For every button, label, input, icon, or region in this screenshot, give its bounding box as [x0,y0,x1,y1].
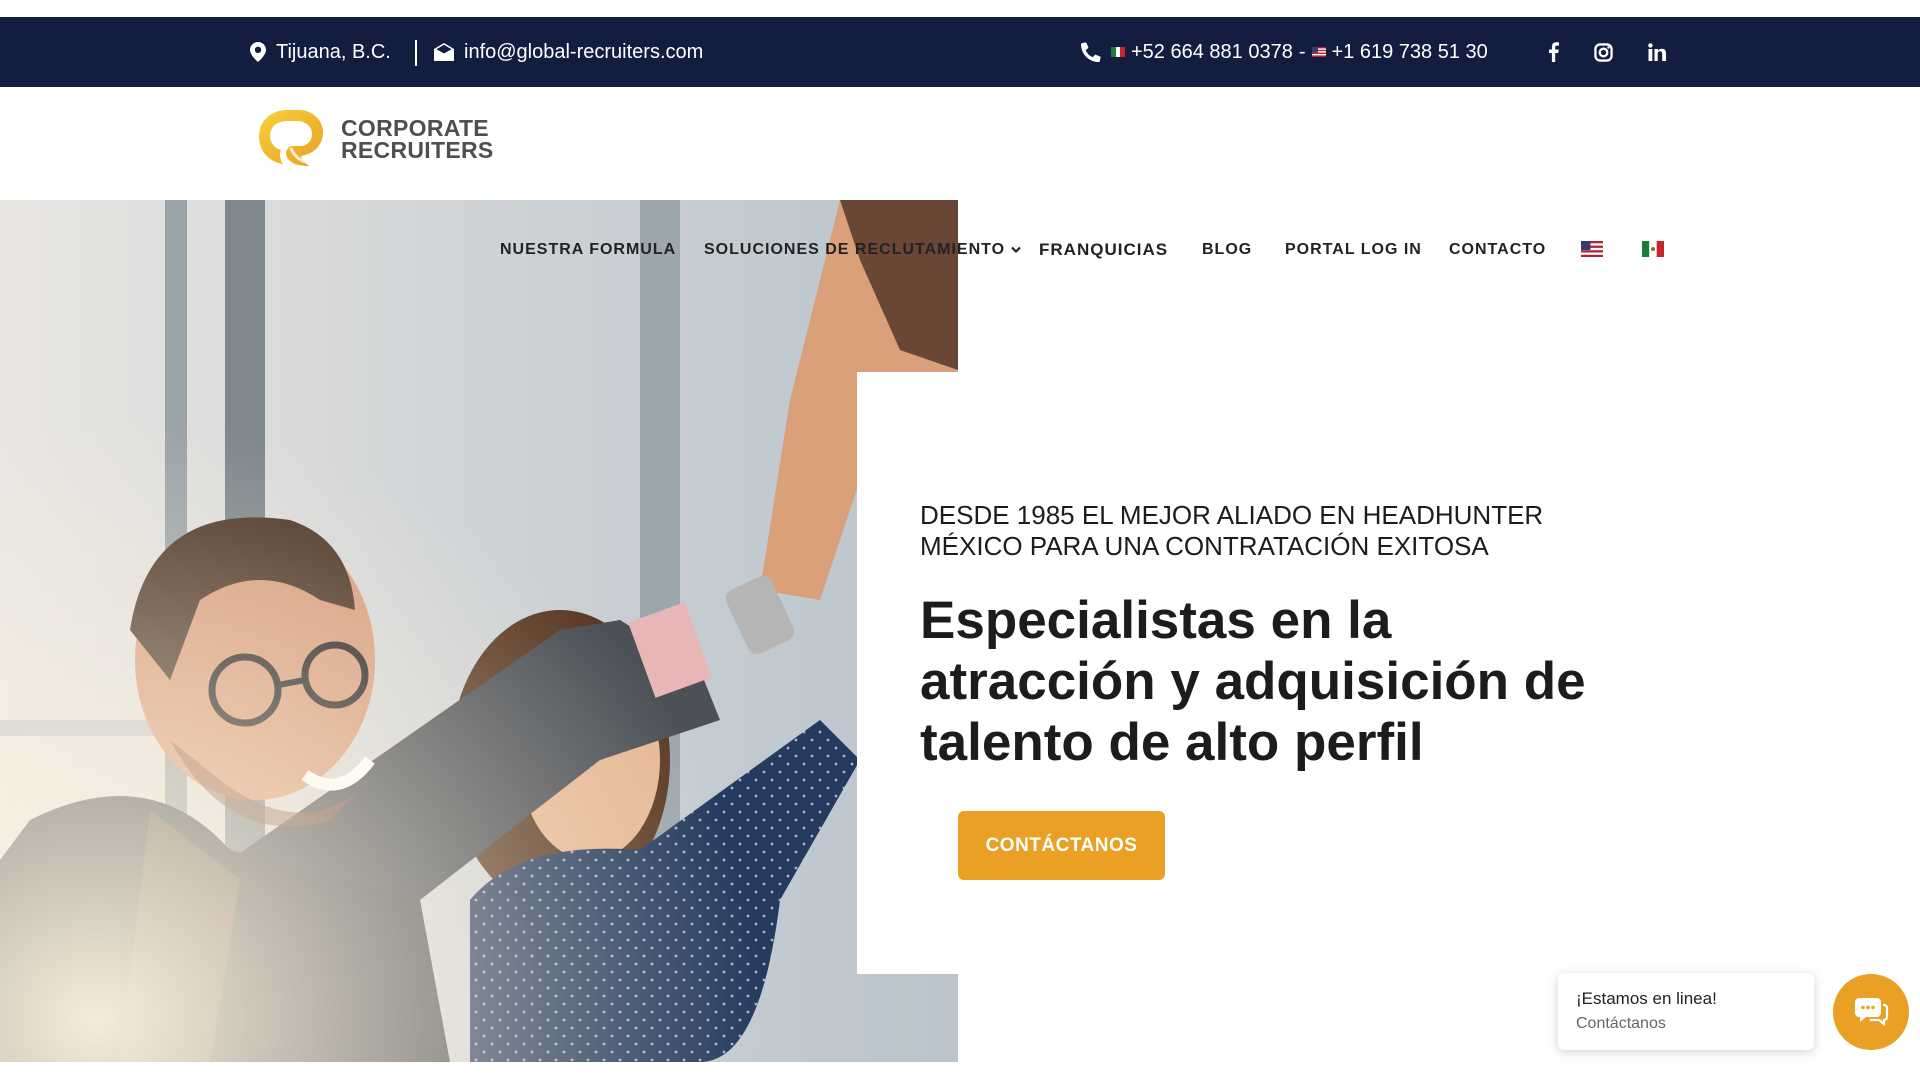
nav-item-label: FRANQUICIAS [1039,240,1169,259]
linkedin-link[interactable] [1642,17,1672,87]
nav-bar: NUESTRA FORMULA SOLUCIONES DE RECLUTAMIE… [0,230,1920,270]
topbar-divider [415,40,417,66]
map-pin-icon [250,42,266,62]
nav-item-label: SOLUCIONES DE RECLUTAMIENTO [704,241,1006,258]
us-flag-icon[interactable] [1581,241,1603,257]
instagram-link[interactable] [1588,17,1618,87]
phone-icon [1081,42,1101,62]
email-link[interactable]: info@global-recruiters.com [434,17,703,87]
phone-mx-text: +52 664 881 0378 [1131,40,1293,63]
nav-item-contacto[interactable]: CONTACTO [1449,230,1546,270]
chat-greeting-bubble[interactable]: ¡Estamos en linea! Contáctanos [1558,973,1814,1050]
nav-item-label: CONTACTO [1449,241,1547,258]
mx-flag-icon[interactable] [1642,241,1664,257]
site-logo[interactable]: CORPORATE RECRUITERS [257,108,494,170]
logo-line-2: RECRUITERS [341,137,494,163]
instagram-icon [1593,42,1613,62]
contact-cta-button[interactable]: CONTÁCTANOS [958,811,1165,880]
nav-item-label: NUESTRA FORMULA [500,241,677,258]
location-text: Tijuana, B.C. [276,40,391,63]
hero-eyebrow: DESDE 1985 EL MEJOR ALIADO EN HEADHUNTER… [920,500,1544,561]
hero-photo [0,200,958,1062]
chat-launcher-button[interactable] [1833,974,1909,1050]
chat-icon [1855,998,1889,1027]
hero-photo-illustration [0,200,958,1062]
logo-mark-icon [259,110,323,166]
window-top-strip [0,0,1920,17]
location-info: Tijuana, B.C. [250,17,391,87]
phone-us-text: +1 619 738 51 30 [1331,40,1488,63]
nav-item-label: BLOG [1202,241,1253,258]
hero-headline: Especialistas en la atracción y adquisic… [920,591,1586,772]
facebook-link[interactable] [1538,17,1568,87]
nav-item-portal-log-in[interactable]: PORTAL LOG IN [1285,230,1422,270]
chat-subtitle: Contáctanos [1576,1015,1666,1032]
nav-item-soluciones[interactable]: SOLUCIONES DE RECLUTAMIENTO [704,230,1021,270]
envelope-icon [434,43,454,61]
top-contact-bar: Tijuana, B.C. info@global-recruiters.com… [0,17,1920,87]
phone-info[interactable]: +52 664 881 0378 - +1 619 738 51 30 [1081,17,1488,87]
chevron-down-icon [1011,246,1021,254]
chat-title: ¡Estamos en linea! [1576,989,1717,1008]
facebook-icon [1548,42,1559,62]
mx-flag-small-icon [1111,47,1125,57]
linkedin-icon [1648,43,1666,61]
phone-separator: - [1298,40,1306,63]
logo-wordmark: CORPORATE RECRUITERS [341,115,494,163]
nav-item-nuestra-formula[interactable]: NUESTRA FORMULA [500,230,676,270]
us-flag-small-icon [1311,47,1326,57]
nav-item-label: PORTAL LOG IN [1285,241,1422,258]
email-text: info@global-recruiters.com [464,40,704,63]
logo-line-1: CORPORATE [341,115,489,141]
nav-item-franquicias[interactable]: FRANQUICIAS [1039,230,1168,270]
nav-item-blog[interactable]: BLOG [1202,230,1252,270]
